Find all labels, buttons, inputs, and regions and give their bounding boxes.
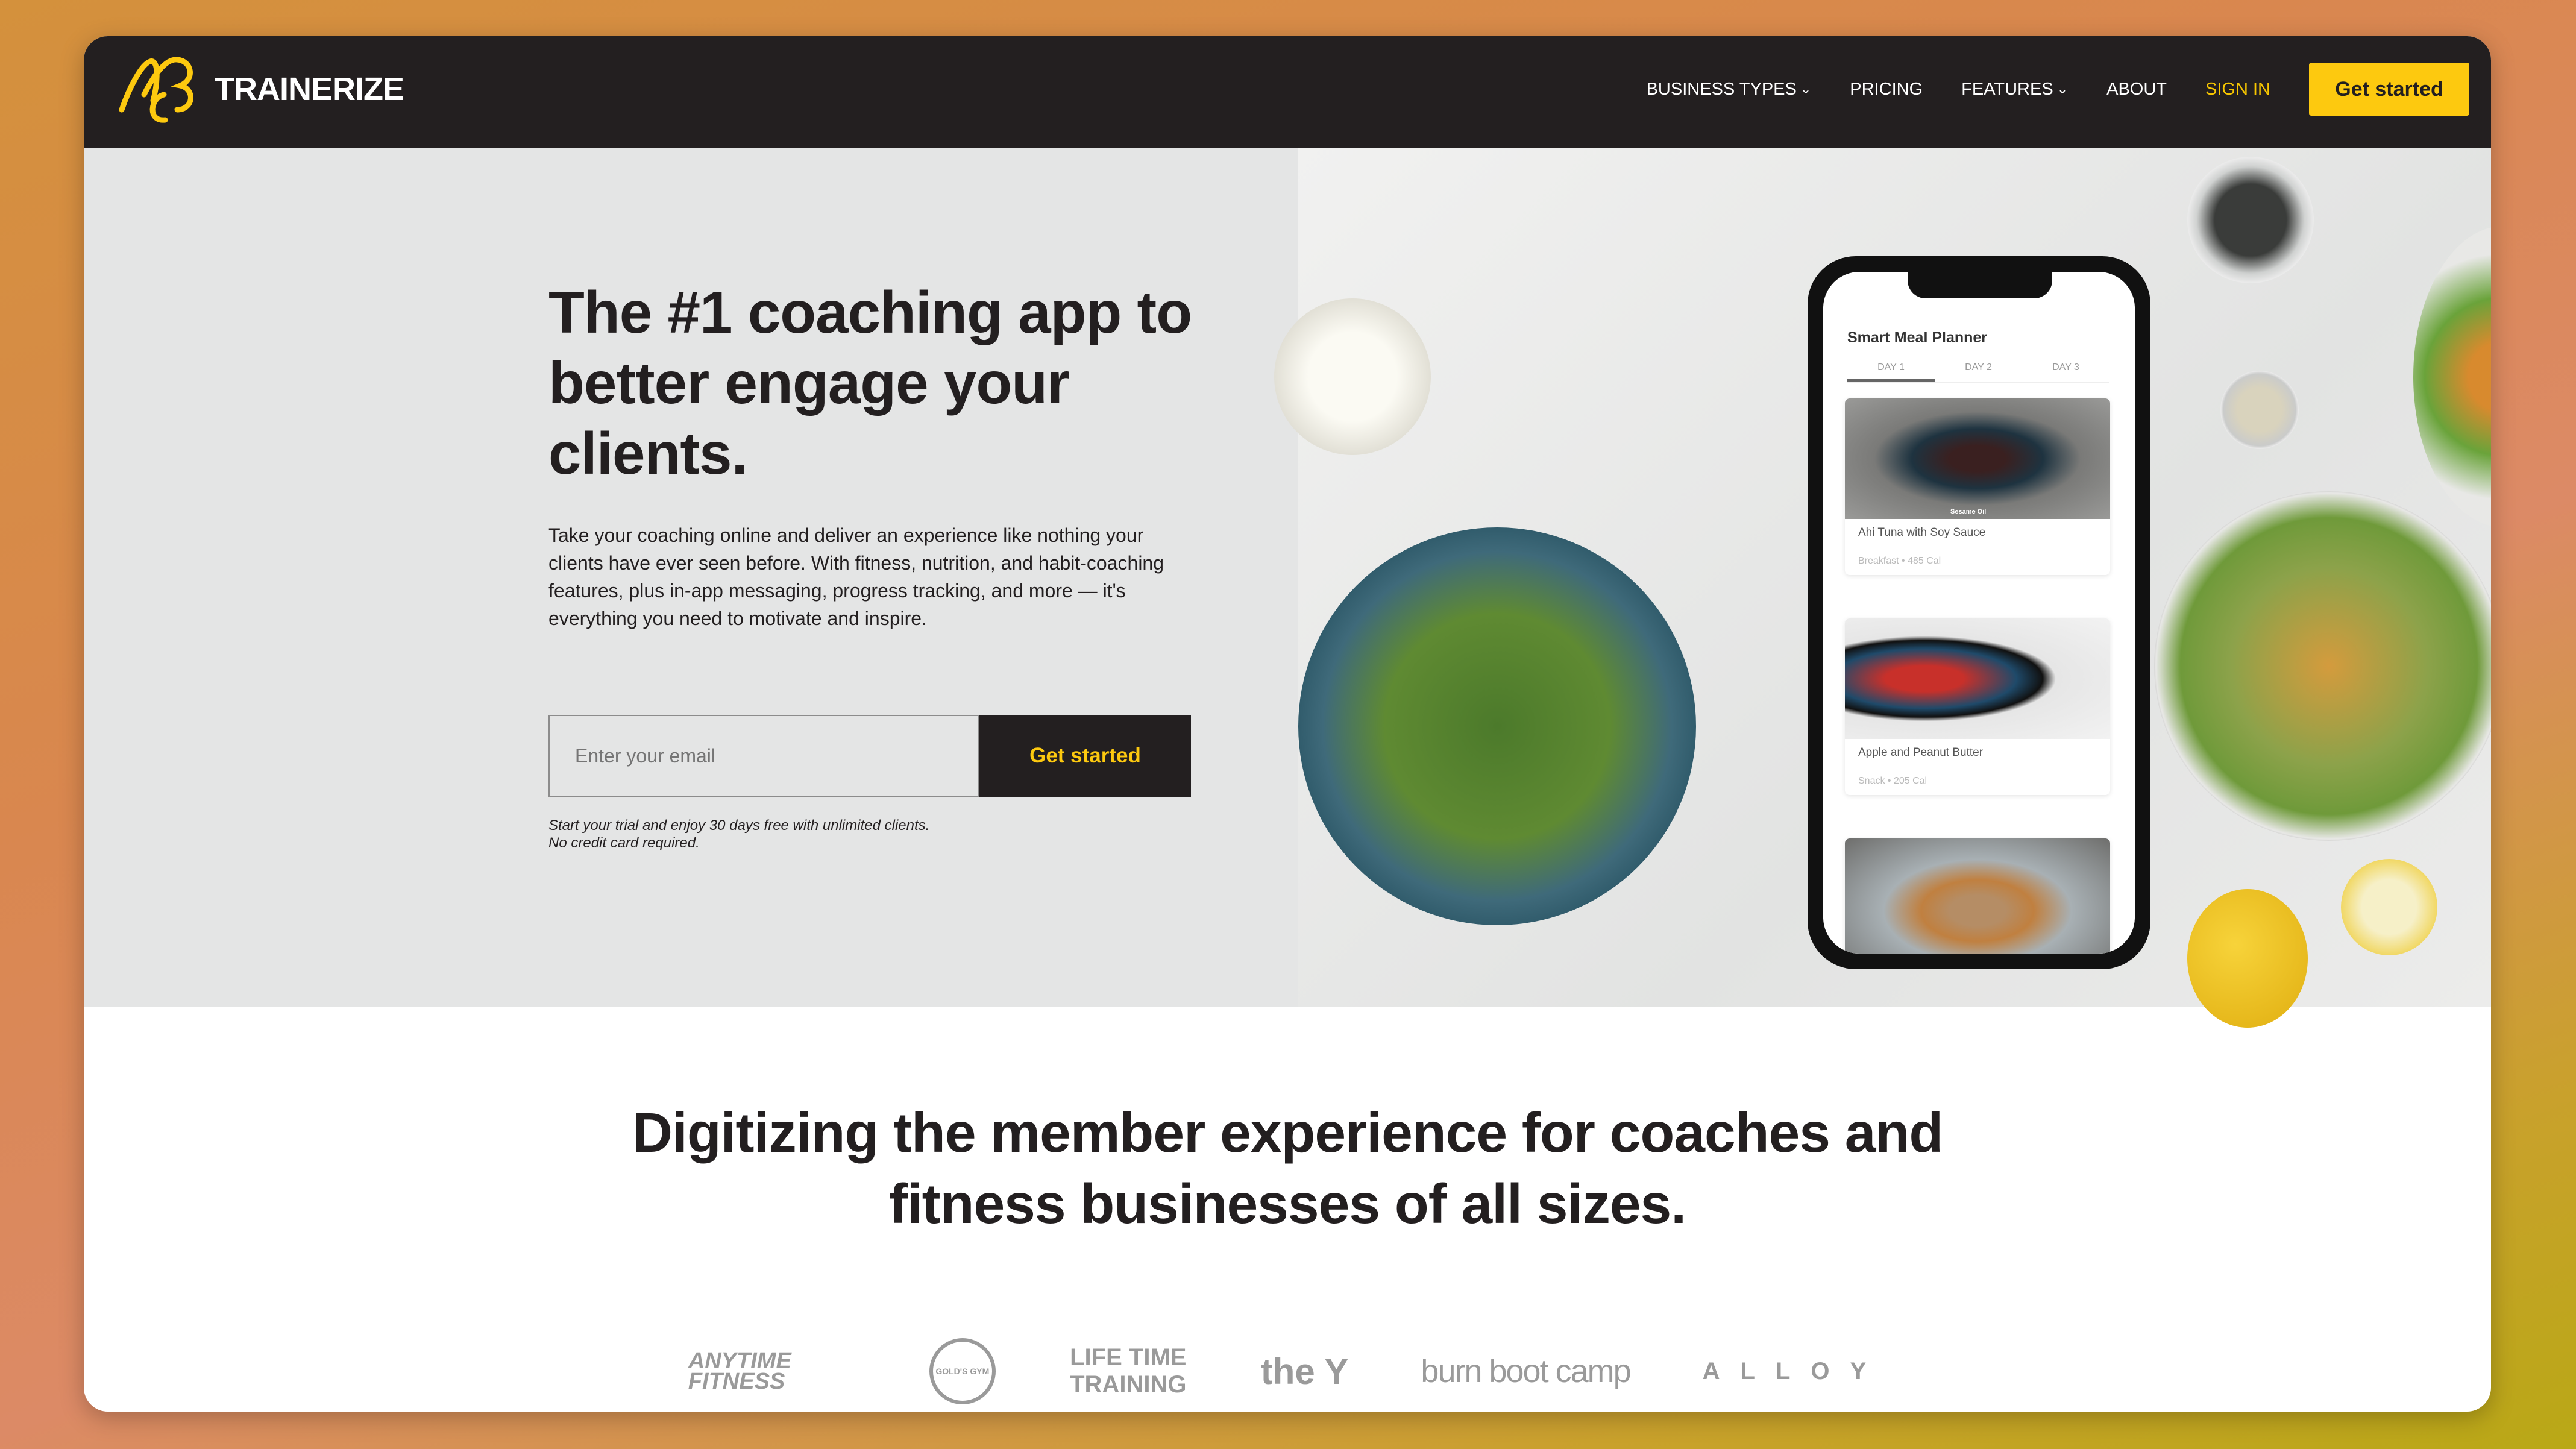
phone-screen: Smart Meal Planner DAY 1 DAY 2 DAY 3 Ses… xyxy=(1823,272,2135,954)
meal-planner-title: Smart Meal Planner xyxy=(1847,329,1988,346)
meal-card[interactable]: Sesame Oil Ahi Tuna with Soy Sauce Break… xyxy=(1845,398,2110,575)
lemon-half-image xyxy=(2341,859,2437,955)
trial-note-line: Start your trial and enjoy 30 days free … xyxy=(548,817,930,834)
life-time-logo: LIFE TIME TRAINING xyxy=(1070,1344,1187,1398)
heading-line: fitness businesses of all sizes. xyxy=(888,1172,1686,1235)
main-menu: BUSINESS TYPES ⌄ PRICING FEATURES ⌄ ABOUT … xyxy=(1647,63,2469,116)
sesame-bowl-image xyxy=(2220,371,2299,449)
heading-line: Digitizing the member experience for coa… xyxy=(632,1101,1943,1164)
tab-day-1[interactable]: DAY 1 xyxy=(1847,362,1935,382)
burn-boot-camp-logo: burn boot camp xyxy=(1421,1353,1631,1389)
nav-pricing[interactable]: PRICING xyxy=(1850,80,1923,99)
chevron-down-icon: ⌄ xyxy=(2056,81,2069,96)
lemon-image xyxy=(2187,889,2308,1028)
ymca-logo: the Y xyxy=(1260,1351,1349,1392)
image-caption: Sesame Oil xyxy=(1950,508,1987,515)
nav-label: BUSINESS TYPES xyxy=(1646,79,1797,99)
hero-food-image: Smart Meal Planner DAY 1 DAY 2 DAY 3 Ses… xyxy=(1274,148,2491,1028)
salad-plate-image xyxy=(1298,527,1696,925)
sausage-plate-image xyxy=(1845,838,2110,954)
chevron-down-icon: ⌄ xyxy=(1800,81,1812,96)
alloy-logo: ALLOY xyxy=(1702,1357,1887,1385)
tab-day-3[interactable]: DAY 3 xyxy=(2022,362,2109,382)
trial-note-line: No credit card required. xyxy=(548,835,700,851)
meal-name: Ahi Tuna with Soy Sauce xyxy=(1845,519,2110,547)
meal-card[interactable] xyxy=(1845,838,2110,954)
nav-business-types[interactable]: BUSINESS TYPES ⌄ xyxy=(1647,80,1812,99)
meal-meta: Breakfast • 485 Cal xyxy=(1858,556,1941,566)
water-glass-image xyxy=(1274,298,1431,455)
side-bowl-image xyxy=(2413,226,2491,527)
section-heading: Digitizing the member experience for coa… xyxy=(84,1097,2491,1239)
nav-label: FEATURES xyxy=(1961,79,2053,99)
phone-mockup: Smart Meal Planner DAY 1 DAY 2 DAY 3 Ses… xyxy=(1808,256,2150,969)
hero-title: The #1 coaching app to better engage you… xyxy=(548,279,1192,486)
nav-label: PRICING xyxy=(1850,79,1923,99)
nav-features[interactable]: FEATURES ⌄ xyxy=(1961,80,2068,99)
email-input[interactable] xyxy=(548,715,979,797)
meal-name: Apple and Peanut Butter xyxy=(1845,739,2110,767)
signup-form: Get started xyxy=(548,715,1191,797)
day-tabs: DAY 1 DAY 2 DAY 3 xyxy=(1847,362,2109,383)
phone-notch xyxy=(1908,272,2052,298)
partner-logos: ANYTIME FITNESS GOLD'S GYM LIFE TIME TRA… xyxy=(84,1338,2491,1404)
top-navigation: TRAINERIZE BUSINESS TYPES ⌄ PRICING FEATU… xyxy=(84,36,2491,148)
hero-section: The #1 coaching app to better engage you… xyxy=(84,148,1298,1007)
hero-description: Take your coaching online and deliver an… xyxy=(548,524,1164,629)
seeds-bowl-image xyxy=(2187,157,2314,283)
nav-label: ABOUT xyxy=(2106,79,2167,99)
nav-get-started-button[interactable]: Get started xyxy=(2309,63,2469,116)
brand-name: TRAINERIZE xyxy=(215,71,404,107)
chicken-bowl-image xyxy=(2154,491,2491,841)
anytime-fitness-logo: ANYTIME FITNESS xyxy=(688,1348,791,1394)
trainerize-logo-icon xyxy=(119,57,193,123)
brand-logo[interactable]: TRAINERIZE xyxy=(117,52,404,126)
browser-page: TRAINERIZE BUSINESS TYPES ⌄ PRICING FEATU… xyxy=(84,36,2491,1412)
golds-gym-logo: GOLD'S GYM xyxy=(929,1338,996,1404)
get-started-button[interactable]: Get started xyxy=(979,715,1191,797)
apple-image xyxy=(1845,618,2110,739)
sign-in-link[interactable]: SIGN IN xyxy=(2205,80,2270,99)
meal-card[interactable]: Apple and Peanut Butter Snack • 205 Cal xyxy=(1845,618,2110,795)
tuna-image: Sesame Oil xyxy=(1845,398,2110,519)
meal-meta: Snack • 205 Cal xyxy=(1858,776,1927,786)
nav-about[interactable]: ABOUT xyxy=(2106,80,2167,99)
trial-note: Start your trial and enjoy 30 days free … xyxy=(548,817,929,852)
tab-day-2[interactable]: DAY 2 xyxy=(1935,362,2022,382)
